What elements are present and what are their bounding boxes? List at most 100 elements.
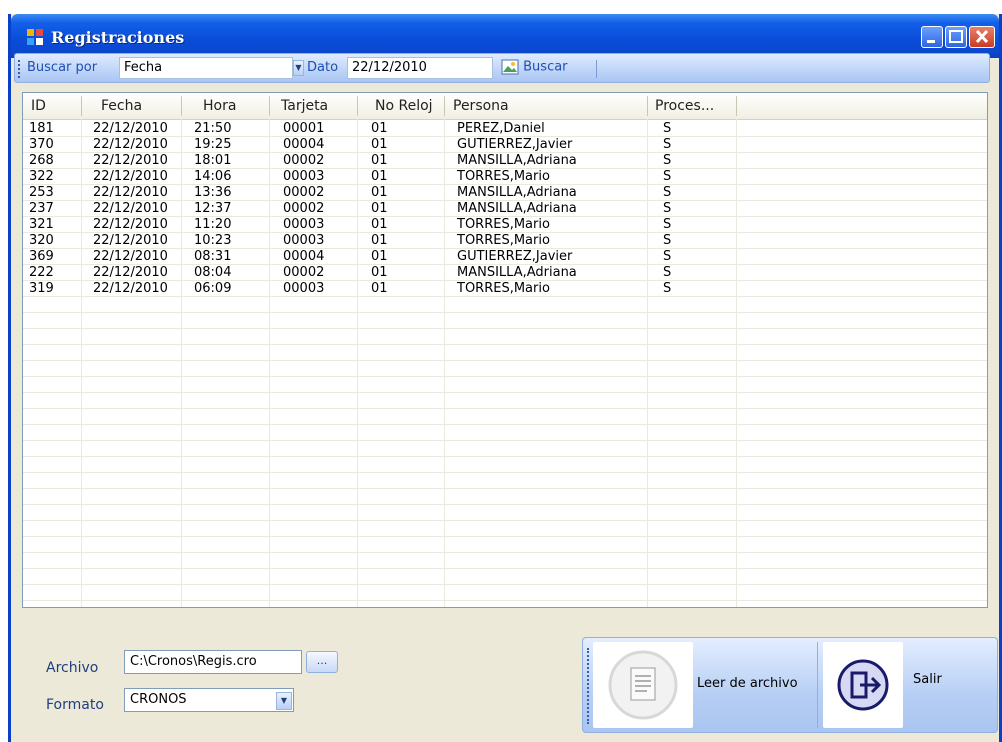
table-row[interactable]: 319 22/12/2010 06:09 00003 01 TORRES,Mario S <box>23 281 987 297</box>
cell-persona: TORRES,Mario <box>457 233 550 248</box>
cell-procesado: S <box>663 281 672 296</box>
toolbar-grip[interactable] <box>587 648 591 724</box>
table-row[interactable]: 321 22/12/2010 11:20 00003 01 TORRES,Mario S <box>23 217 987 233</box>
close-icon <box>975 29 989 44</box>
table-row[interactable]: 222 22/12/2010 08:04 00002 01 MANSILLA,Adrian… <box>23 265 987 281</box>
archivo-field[interactable]: C:\Cronos\Regis.cro <box>124 650 302 674</box>
cell-hora: 14:06 <box>194 169 232 184</box>
table-row[interactable] <box>23 505 987 521</box>
table-row[interactable] <box>23 569 987 585</box>
table-row[interactable]: 253 22/12/2010 13:36 00002 01 MANSILLA,Adrian… <box>23 185 987 201</box>
leer-archivo-button[interactable]: Leer de archivo <box>593 642 815 728</box>
header-tarjeta[interactable]: Tarjeta <box>281 98 328 114</box>
table-row[interactable]: 268 22/12/2010 18:01 00002 01 MANSILLA,Adrian… <box>23 153 987 169</box>
table-row[interactable] <box>23 537 987 553</box>
table-row[interactable] <box>23 297 987 313</box>
header-procesado[interactable]: Proces... <box>655 98 714 114</box>
cell-hora: 08:04 <box>194 265 232 280</box>
cell-fecha: 22/12/2010 <box>93 185 168 200</box>
header-id[interactable]: ID <box>31 98 46 114</box>
cell-fecha: 22/12/2010 <box>93 249 168 264</box>
table-row[interactable] <box>23 409 987 425</box>
cell-persona: GUTIERREZ,Javier <box>457 137 573 152</box>
window-title: Registraciones <box>51 28 185 47</box>
table-row[interactable] <box>23 425 987 441</box>
cell-id: 237 <box>29 201 54 216</box>
browse-button[interactable]: ... <box>306 651 338 673</box>
header-hora[interactable]: Hora <box>203 98 236 114</box>
table-row[interactable] <box>23 441 987 457</box>
table-row[interactable] <box>23 585 987 601</box>
dato-label: Dato <box>307 60 339 75</box>
cell-tarjeta: 00003 <box>283 217 325 232</box>
header-no-reloj[interactable]: No Reloj <box>375 98 433 114</box>
table-row[interactable] <box>23 361 987 377</box>
table-row[interactable]: 181 22/12/2010 21:50 00001 01 PEREZ,Daniel S <box>23 121 987 137</box>
cell-fecha: 22/12/2010 <box>93 233 168 248</box>
table-row[interactable] <box>23 393 987 409</box>
cell-procesado: S <box>663 201 672 216</box>
cell-id: 253 <box>29 185 54 200</box>
cell-tarjeta: 00001 <box>283 121 325 136</box>
table-row[interactable]: 320 22/12/2010 10:23 00003 01 TORRES,Mario S <box>23 233 987 249</box>
chevron-down-icon[interactable]: ▼ <box>293 60 304 76</box>
cell-fecha: 22/12/2010 <box>93 137 168 152</box>
table-row[interactable] <box>23 521 987 537</box>
toolbar-grip[interactable] <box>18 60 22 78</box>
cell-tarjeta: 00002 <box>283 265 325 280</box>
dato-input[interactable]: 22/12/2010 <box>347 57 493 79</box>
table-row[interactable]: 237 22/12/2010 12:37 00002 01 MANSILLA,Adrian… <box>23 201 987 217</box>
table-row[interactable]: 370 22/12/2010 19:25 00004 01 GUTIERREZ,Javie… <box>23 137 987 153</box>
cell-tarjeta: 00003 <box>283 233 325 248</box>
buscar-label: Buscar <box>523 59 568 75</box>
registrations-grid[interactable]: ID Fecha Hora Tarjeta No Reloj Persona P… <box>22 92 988 608</box>
cell-no-reloj: 01 <box>371 137 388 152</box>
header-persona[interactable]: Persona <box>453 98 509 114</box>
table-row[interactable] <box>23 553 987 569</box>
cell-id: 369 <box>29 249 54 264</box>
cell-hora: 18:01 <box>194 153 232 168</box>
document-icon <box>608 650 678 720</box>
chevron-down-icon[interactable]: ▼ <box>276 692 292 710</box>
cell-hora: 11:20 <box>194 217 232 232</box>
close-button[interactable] <box>969 26 995 48</box>
cell-fecha: 22/12/2010 <box>93 121 168 136</box>
search-picture-icon <box>501 59 519 75</box>
cell-fecha: 22/12/2010 <box>93 281 168 296</box>
cell-no-reloj: 01 <box>371 281 388 296</box>
action-toolbar: Leer de archivo Salir <box>582 637 998 733</box>
cell-hora: 13:36 <box>194 185 232 200</box>
leer-archivo-label: Leer de archivo <box>697 676 798 691</box>
cell-no-reloj: 01 <box>371 169 388 184</box>
cell-procesado: S <box>663 121 672 136</box>
cell-id: 322 <box>29 169 54 184</box>
table-row[interactable] <box>23 489 987 505</box>
table-row[interactable]: 369 22/12/2010 08:31 00004 01 GUTIERREZ,Javie… <box>23 249 987 265</box>
cell-id: 181 <box>29 121 54 136</box>
grid-header: ID Fecha Hora Tarjeta No Reloj Persona P… <box>23 93 987 120</box>
cell-id: 321 <box>29 217 54 232</box>
minimize-button[interactable] <box>921 26 943 48</box>
cell-id: 319 <box>29 281 54 296</box>
header-fecha[interactable]: Fecha <box>101 98 142 114</box>
cell-hora: 12:37 <box>194 201 232 216</box>
formato-combo[interactable]: CRONOS <box>124 688 294 712</box>
table-row[interactable] <box>23 377 987 393</box>
buscar-button[interactable]: Buscar <box>501 58 568 80</box>
table-row[interactable] <box>23 473 987 489</box>
cell-tarjeta: 00002 <box>283 185 325 200</box>
cell-procesado: S <box>663 153 672 168</box>
table-row[interactable] <box>23 329 987 345</box>
title-bar[interactable]: Registraciones <box>11 14 999 58</box>
cell-no-reloj: 01 <box>371 201 388 216</box>
table-row[interactable] <box>23 345 987 361</box>
table-row[interactable] <box>23 313 987 329</box>
formato-label: Formato <box>46 697 104 713</box>
table-row[interactable]: 322 22/12/2010 14:06 00003 01 TORRES,Mario S <box>23 169 987 185</box>
cell-id: 222 <box>29 265 54 280</box>
table-row[interactable] <box>23 457 987 473</box>
salir-button[interactable]: Salir <box>823 642 993 728</box>
buscar-por-combo[interactable]: Fecha <box>119 57 293 79</box>
cell-no-reloj: 01 <box>371 233 388 248</box>
maximize-button[interactable] <box>945 26 967 48</box>
